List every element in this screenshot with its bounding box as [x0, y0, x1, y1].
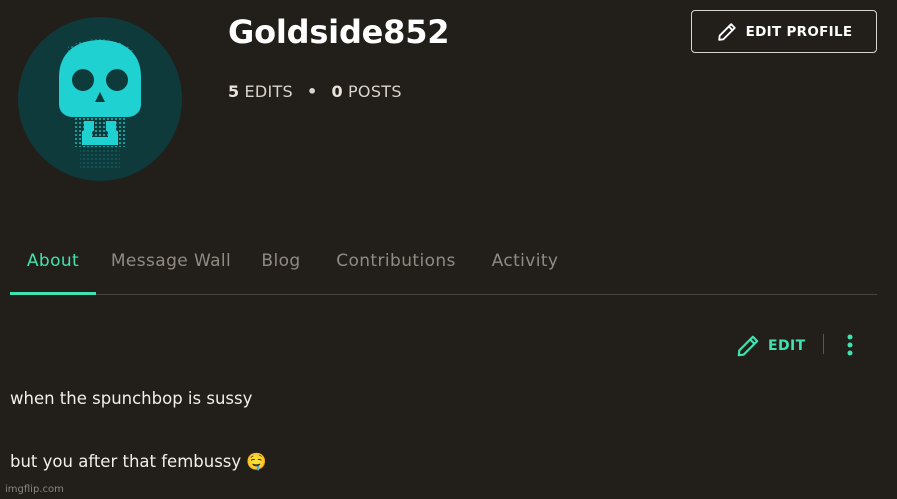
username: Goldside852: [228, 13, 450, 51]
tab-label: Message Wall: [110, 251, 232, 271]
tab-label: Activity: [491, 251, 559, 271]
bio-line: when the spunchbop is sussy: [10, 389, 253, 408]
edit-profile-button[interactable]: EDIT PROFILE: [691, 10, 877, 53]
edit-about-label: EDIT: [768, 338, 806, 354]
posts-count: 0: [331, 81, 343, 101]
tab-label: Contributions: [336, 251, 456, 271]
edit-profile-label: EDIT PROFILE: [745, 23, 853, 40]
pencil-icon: [737, 335, 759, 357]
profile-stats: 5 EDITS • 0 POSTS: [228, 80, 402, 102]
avatar[interactable]: [18, 17, 182, 181]
watermark: imgflip.com: [5, 484, 64, 495]
tab-contributions[interactable]: Contributions: [316, 240, 476, 294]
more-options-button[interactable]: [840, 333, 860, 357]
stats-separator: •: [307, 81, 318, 101]
tab-blog[interactable]: Blog: [246, 240, 316, 294]
profile-tabs: About Message Wall Blog Contributions Ac…: [10, 240, 877, 295]
posts-label: POSTS: [347, 81, 402, 101]
edit-about-button[interactable]: EDIT: [735, 333, 806, 359]
edits-count: 5: [228, 81, 240, 101]
skull-icon: [59, 39, 141, 169]
action-divider: [823, 334, 824, 354]
tab-activity[interactable]: Activity: [476, 240, 574, 294]
tab-about[interactable]: About: [10, 240, 96, 295]
bio-line: but you after that fembussy 🤤: [10, 452, 267, 471]
edits-label: EDITS: [244, 81, 294, 101]
more-vertical-icon: [847, 334, 853, 356]
tab-message-wall[interactable]: Message Wall: [96, 240, 246, 294]
pencil-icon: [717, 22, 736, 41]
tab-label: Blog: [261, 251, 301, 271]
tab-label: About: [26, 251, 80, 271]
